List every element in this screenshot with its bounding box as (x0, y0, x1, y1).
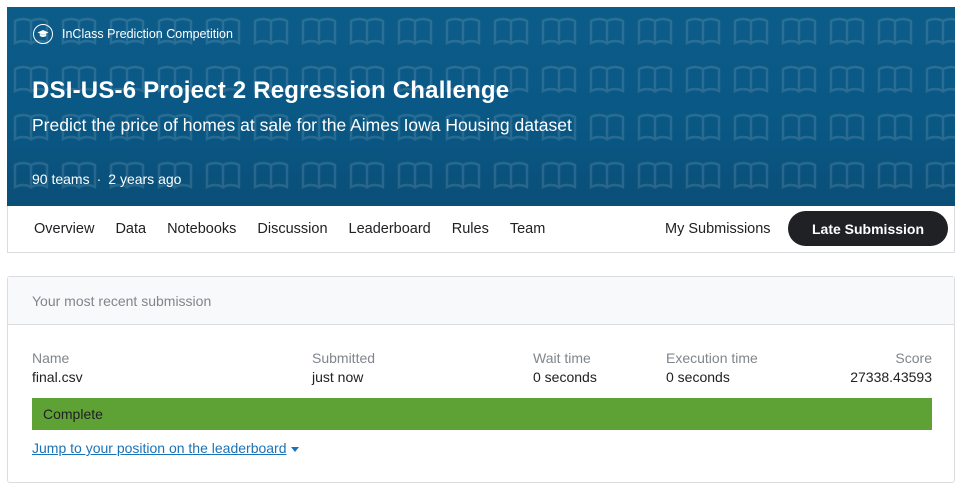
competition-title: DSI-US-6 Project 2 Regression Challenge (32, 77, 510, 104)
competition-meta: 90 teams · 2 years ago (32, 171, 181, 187)
wait-time-label: Wait time (533, 350, 591, 366)
nav-tabs: Overview Data Notebooks Discussion Leade… (34, 206, 545, 252)
submitted-label: Submitted (312, 350, 376, 366)
late-submission-button[interactable]: Late Submission (788, 211, 948, 246)
wait-time-value: 0 seconds (533, 369, 597, 385)
tab-overview[interactable]: Overview (34, 221, 94, 237)
graduation-cap-icon (33, 24, 53, 44)
caret-down-icon (290, 446, 299, 452)
name-label: Name (32, 350, 70, 366)
meta-separator: · (96, 171, 102, 187)
submitted-value: just now (312, 369, 364, 385)
tab-rules[interactable]: Rules (452, 221, 489, 237)
score-value: 27338.43593 (850, 369, 932, 385)
wait-time-column: Wait time 0 seconds (533, 350, 597, 385)
recent-submission-card: Your most recent submission Name final.c… (7, 276, 955, 483)
tab-data[interactable]: Data (115, 221, 146, 237)
competition-type-label: InClass Prediction Competition (62, 27, 233, 41)
status-bar: Complete (32, 398, 932, 430)
jump-link-label: Jump to your position on the leaderboard (32, 440, 287, 456)
submitted-column: Submitted just now (312, 350, 375, 385)
competition-type: InClass Prediction Competition (33, 24, 233, 44)
execution-time-value: 0 seconds (666, 369, 730, 385)
execution-time-column: Execution time 0 seconds (666, 350, 758, 385)
tab-leaderboard[interactable]: Leaderboard (349, 221, 431, 237)
name-column: Name final.csv (32, 350, 83, 385)
tab-discussion[interactable]: Discussion (257, 221, 327, 237)
execution-time-label: Execution time (666, 350, 758, 366)
competition-age: 2 years ago (108, 171, 182, 187)
score-column: Score 27338.43593 (850, 350, 932, 385)
tab-team[interactable]: Team (510, 221, 545, 237)
recent-submission-header: Your most recent submission (8, 277, 954, 325)
tab-notebooks[interactable]: Notebooks (167, 221, 236, 237)
my-submissions-link[interactable]: My Submissions (665, 206, 771, 252)
score-label: Score (895, 350, 932, 366)
status-label: Complete (43, 406, 103, 422)
jump-to-leaderboard-link[interactable]: Jump to your position on the leaderboard (32, 440, 299, 456)
competition-nav: Overview Data Notebooks Discussion Leade… (7, 206, 955, 253)
competition-header: InClass Prediction Competition DSI-US-6 … (7, 7, 955, 206)
competition-subtitle: Predict the price of homes at sale for t… (32, 115, 572, 135)
name-value: final.csv (32, 369, 83, 385)
teams-count: 90 teams (32, 171, 90, 187)
